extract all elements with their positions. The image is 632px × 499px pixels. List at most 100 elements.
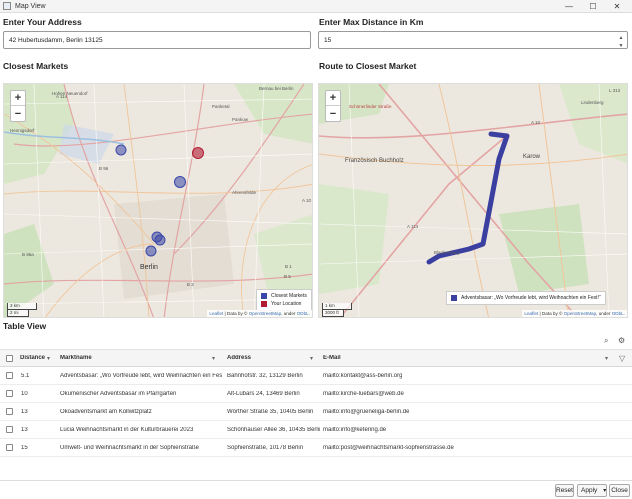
filter-icon[interactable]: ▽ — [619, 354, 625, 363]
odbl-link[interactable]: ODbL. — [612, 311, 625, 316]
col-address[interactable]: Address — [227, 355, 251, 361]
table-row[interactable]: 13 Lucia Weihnachtsmarkt in der Kulturbr… — [0, 421, 632, 439]
route-popup[interactable]: Adventsbasar: „Wo Vorfreude lebt, wird W… — [446, 291, 606, 305]
col-distance[interactable]: Distance — [20, 355, 45, 361]
road-label: B 2 — [187, 282, 194, 287]
sort-icon[interactable]: ▾ — [310, 355, 313, 362]
table-row[interactable]: 13 Ökoadventsmarkt am Kollwitzplatz Wört… — [0, 403, 632, 421]
scale-km: 1 km — [322, 303, 352, 310]
row-checkbox[interactable] — [6, 390, 13, 397]
col-marktname[interactable]: Marktname — [60, 355, 92, 361]
cell-email[interactable]: mailto:info@grueneliga-berlin.de — [323, 409, 409, 415]
cell-marktname: Ökoadventsmarkt am Kollwitzplatz — [60, 408, 152, 415]
table-row[interactable]: 15 Umwelt- und Weihnachtsmarkt in der So… — [0, 439, 632, 457]
attribution-text: | Data by © — [223, 311, 249, 316]
place-label: Bernau bei Berlin — [259, 86, 294, 91]
route-map[interactable]: Französisch Buchholz Karow Schönerlinder… — [318, 83, 628, 318]
cell-marktname: Ökumenischer Adventsbasar im Pfarrgarten — [60, 390, 177, 397]
route-zoom-control[interactable]: + − — [325, 90, 341, 122]
address-label: Enter Your Address — [3, 17, 82, 27]
cell-distance: 15 — [21, 444, 28, 451]
market-marker[interactable] — [145, 245, 157, 257]
table-header: Distance ▾ Marktname ▾ Address ▾ E-Mail … — [0, 349, 632, 367]
address-input[interactable]: 42 Hubertusdamm, Berlin 13125 — [3, 31, 311, 49]
app-icon — [3, 2, 11, 10]
legend-swatch — [261, 292, 267, 299]
legend-label: Your Location — [271, 301, 302, 307]
close-window-button[interactable]: ✕ — [608, 0, 626, 13]
footer-bar: Reset Apply ▾ Close — [0, 480, 632, 499]
legend-item: Closest Markets — [261, 292, 307, 300]
osm-link[interactable]: OpenStreetMap — [564, 311, 596, 316]
select-all-checkbox[interactable] — [6, 355, 13, 362]
osm-link[interactable]: OpenStreetMap — [249, 311, 281, 316]
closest-markets-title: Closest Markets — [3, 61, 69, 71]
place-label: Berlin — [140, 264, 158, 271]
market-marker[interactable] — [115, 144, 127, 156]
sort-icon[interactable]: ▾ — [212, 355, 215, 362]
zoom-out-button[interactable]: − — [11, 106, 25, 121]
place-label: Blankenburg — [434, 250, 460, 255]
place-label: Lindenberg — [581, 100, 604, 105]
place-label: Karow — [523, 154, 541, 160]
market-marker[interactable] — [154, 234, 166, 246]
zoom-in-button[interactable]: + — [326, 91, 340, 106]
place-label: Pankow — [232, 117, 249, 122]
table-view-title: Table View — [3, 321, 47, 331]
col-email[interactable]: E-Mail — [323, 355, 341, 361]
reset-button[interactable]: Reset — [555, 484, 574, 497]
table-row[interactable]: 10 Ökumenischer Adventsbasar im Pfarrgar… — [0, 385, 632, 403]
distance-input[interactable]: 15 ▲ ▼ — [318, 31, 628, 49]
place-label: Schönerlinder Straße — [349, 104, 392, 109]
closest-map-tiles — [4, 84, 312, 317]
closest-zoom-control[interactable]: + − — [10, 90, 26, 122]
closest-markets-map[interactable]: Hohen Neuendorf Hennigsdorf Pankow Ahren… — [3, 83, 313, 318]
distance-stepper[interactable]: ▲ ▼ — [617, 34, 625, 50]
cell-email[interactable]: mailto:kontakt@ass-berlin.org — [323, 373, 402, 379]
zoom-in-button[interactable]: + — [11, 91, 25, 106]
your-location-marker[interactable] — [192, 147, 204, 159]
settings-icon[interactable]: ⚙ — [618, 336, 625, 345]
row-checkbox[interactable] — [6, 408, 13, 415]
row-checkbox[interactable] — [6, 444, 13, 451]
row-checkbox[interactable] — [6, 426, 13, 433]
road-label: A 114 — [56, 94, 68, 99]
road-label: B 96 — [99, 166, 109, 171]
road-label: A 114 — [407, 224, 419, 229]
odbl-link[interactable]: ODbL. — [297, 311, 310, 316]
legend-swatch — [261, 300, 267, 307]
cell-email[interactable]: mailto:post@weihnachtsmarkt-sophienstras… — [323, 445, 454, 451]
cell-email[interactable]: mailto:kirche-luebars@web.de — [323, 391, 404, 397]
stepper-up-icon[interactable]: ▲ — [617, 34, 625, 42]
close-button[interactable]: Close — [609, 484, 630, 497]
road-label: A 10 — [302, 198, 312, 203]
map-attribution: Leaflet | Data by © OpenStreetMap, under… — [207, 310, 312, 317]
cell-address: Sophienstraße, 10178 Berlin — [227, 444, 304, 451]
apply-button[interactable]: Apply ▾ — [577, 484, 607, 497]
cell-marktname: Lucia Weihnachtsmarkt in der Kulturbraue… — [60, 426, 194, 433]
attribution-text: , under — [281, 311, 297, 316]
minimize-button[interactable]: — — [560, 0, 578, 13]
address-value: 42 Hubertusdamm, Berlin 13125 — [9, 36, 103, 44]
road-label: A 10 — [531, 120, 541, 125]
stepper-down-icon[interactable]: ▼ — [617, 42, 625, 50]
zoom-out-button[interactable]: − — [326, 106, 340, 121]
row-checkbox[interactable] — [6, 372, 13, 379]
chevron-down-icon[interactable]: ▾ — [603, 487, 606, 494]
sort-icon[interactable]: ▾ — [605, 355, 608, 362]
cell-marktname: Umwelt- und Weihnachtsmarkt in der Sophi… — [60, 444, 199, 451]
legend-swatch — [451, 294, 457, 301]
title-bar: Map View — ☐ ✕ — [0, 0, 632, 13]
markets-table: Distance ▾ Marktname ▾ Address ▾ E-Mail … — [0, 349, 632, 457]
market-marker[interactable] — [174, 176, 186, 188]
cell-email[interactable]: mailto:info@ketering.de — [323, 427, 386, 433]
place-label: Panketal — [212, 104, 230, 109]
search-icon[interactable]: ⌕ — [604, 336, 608, 346]
sort-icon[interactable]: ▾ — [47, 355, 50, 362]
leaflet-link[interactable]: Leaflet — [209, 311, 223, 316]
table-row[interactable]: 5.1 Adventsbasar: „Wo Vorfreude lebt, wi… — [0, 367, 632, 385]
window-title: Map View — [15, 2, 46, 10]
maximize-button[interactable]: ☐ — [584, 0, 602, 13]
scale-ft: 3000 ft — [322, 310, 344, 317]
leaflet-link[interactable]: Leaflet — [524, 311, 538, 316]
